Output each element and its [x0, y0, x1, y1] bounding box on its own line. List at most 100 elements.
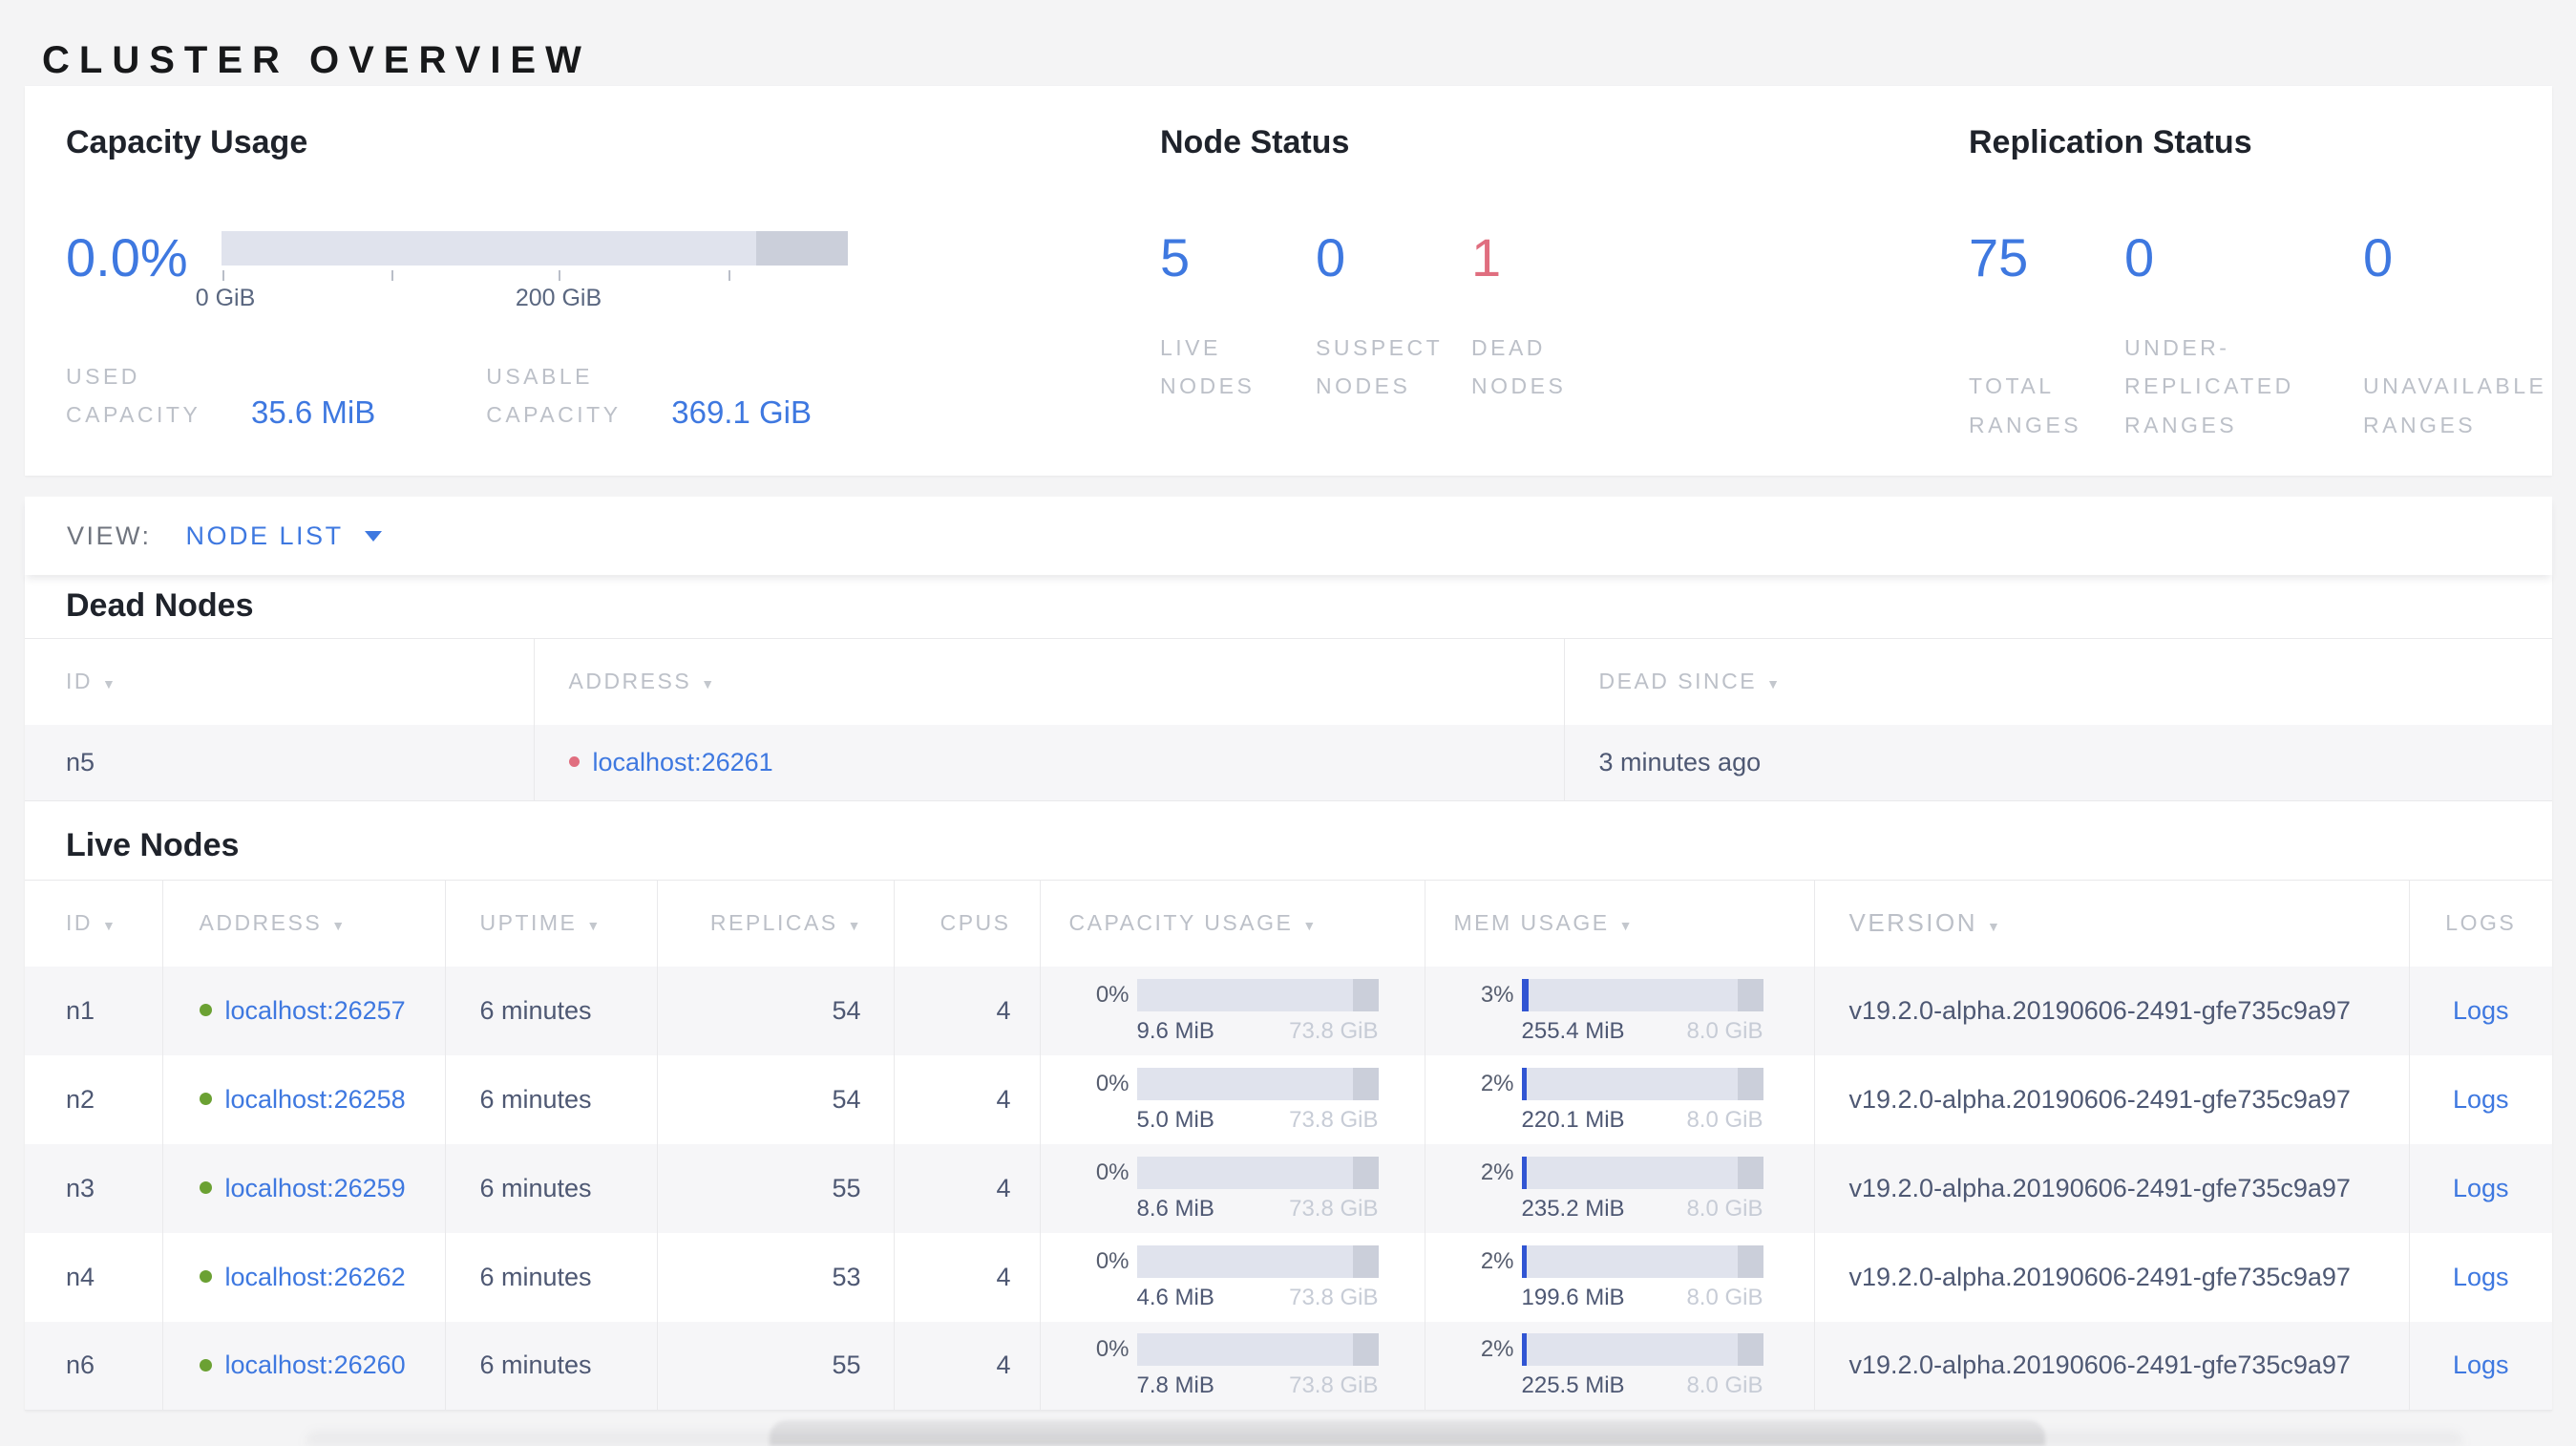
live-status-dot-icon	[199, 1180, 212, 1194]
logs-link[interactable]: Logs	[2453, 996, 2509, 1025]
logs-cell: Logs	[2408, 1054, 2552, 1144]
logs-link[interactable]: Logs	[2453, 1350, 2509, 1379]
mem-usage-meter-track	[1521, 1244, 1763, 1278]
node-id: n1	[25, 966, 162, 1055]
capacity-bar-track	[222, 231, 848, 266]
mem-usage-meter-track	[1521, 978, 1763, 1011]
capacity-usage-meter-other-segment	[1352, 1244, 1379, 1278]
col-header-address[interactable]: ADDRESS ▼	[161, 880, 445, 967]
col-header-label: ADDRESS	[568, 669, 692, 694]
live-nodes-count: 5	[1160, 227, 1191, 287]
capacity-usage-meter-labels: 4.6 MiB 73.8 GiB	[1137, 1285, 1379, 1311]
node-version: v19.2.0-alpha.20190606-2491-gfe735c9a97	[1813, 966, 2409, 1055]
col-header-id[interactable]: ID ▼	[25, 638, 534, 725]
node-list-panel: Dead Nodes ID ▼ ADDRESS ▼ DEAD SINCE ▼ n5 loca…	[25, 575, 2552, 1411]
used-capacity-label: USED CAPACITY	[66, 364, 201, 428]
node-uptime: 6 minutes	[444, 1054, 657, 1144]
node-cpus: 4	[893, 1143, 1040, 1233]
mem-usage-meter-fill	[1521, 1067, 1527, 1100]
replication-labels: TOTAL RANGES UNDER-REPLICATED RANGES UNA…	[1969, 329, 2552, 444]
capacity-stats: USED CAPACITY 35.6 MiB USABLE CAPACITY 3…	[66, 357, 1123, 435]
node-version: v19.2.0-alpha.20190606-2491-gfe735c9a97	[1813, 1232, 2409, 1322]
col-header-label: DEAD SINCE	[1598, 669, 1758, 694]
col-header-address[interactable]: ADDRESS ▼	[533, 638, 1564, 725]
capacity-usage-meter-labels: 8.6 MiB 73.8 GiB	[1137, 1196, 1379, 1223]
table-header-row: ID ▼ ADDRESS ▼ DEAD SINCE ▼	[25, 638, 2552, 725]
node-replicas: 54	[656, 1054, 894, 1144]
logs-link[interactable]: Logs	[2453, 1263, 2509, 1291]
view-dropdown[interactable]: NODE LIST	[186, 521, 382, 551]
logs-link[interactable]: Logs	[2453, 1174, 2509, 1202]
col-header-capacity-usage[interactable]: CAPACITY USAGE ▼	[1039, 880, 1425, 967]
node-id: n6	[25, 1321, 162, 1411]
usable-capacity-stat: USABLE CAPACITY 369.1 GiB	[486, 357, 812, 435]
capacity-usage-meter-labels: 5.0 MiB 73.8 GiB	[1137, 1107, 1379, 1134]
capacity-usage-cell: 0% 8.6 MiB 73.8 GiB	[1039, 1143, 1425, 1233]
col-header-replicas[interactable]: REPLICAS ▼	[656, 880, 894, 967]
page-title: CLUSTER OVERVIEW	[42, 38, 591, 81]
dead-nodes-heading: Dead Nodes	[66, 587, 254, 624]
sort-arrow-icon: ▼	[1618, 918, 1633, 934]
capacity-usage-meter-percent: 0%	[1095, 1247, 1130, 1274]
capacity-usage-meter-labels: 9.6 MiB 73.8 GiB	[1137, 1018, 1379, 1045]
logs-cell: Logs	[2408, 1321, 2552, 1411]
live-node-row: n6 localhost:26260 6 minutes 55 4 0% 7.8 MiB 73…	[25, 1321, 2552, 1411]
node-address-cell: localhost:26262	[161, 1232, 445, 1322]
capacity-bar-other-segment	[756, 231, 848, 266]
mem-usage-cell: 2% 220.1 MiB 8.0 GiB	[1424, 1054, 1814, 1144]
view-selector-bar: VIEW: NODE LIST	[25, 497, 2552, 575]
col-header-label: CPUS	[940, 910, 1011, 936]
col-header-label: ID	[66, 669, 93, 694]
node-address-link[interactable]: localhost:26260	[225, 1350, 406, 1379]
suspect-nodes-count: 0	[1316, 227, 1346, 287]
col-header-dead-since[interactable]: DEAD SINCE ▼	[1563, 638, 2552, 725]
capacity-usage-meter-used-value: 8.6 MiB	[1136, 1195, 1214, 1222]
mem-usage-meter: 2% 220.1 MiB 8.0 GiB	[1426, 1066, 1813, 1134]
capacity-usage-meter-total-value: 73.8 GiB	[1289, 1372, 1379, 1399]
capacity-usage-meter-bar: 0%	[1042, 1156, 1424, 1189]
capacity-usage-cell: 0% 7.8 MiB 73.8 GiB	[1039, 1321, 1425, 1411]
capacity-usage-meter-used-value: 4.6 MiB	[1136, 1284, 1214, 1310]
node-address-link[interactable]: localhost:26257	[225, 996, 406, 1025]
node-address-link[interactable]: localhost:26259	[225, 1174, 406, 1202]
col-header-id[interactable]: ID ▼	[25, 880, 162, 967]
capacity-usage-meter: 0% 7.8 MiB 73.8 GiB	[1042, 1331, 1424, 1399]
live-status-dot-icon	[199, 1269, 212, 1283]
col-header-label: REPLICAS	[709, 910, 838, 936]
mem-usage-meter-other-segment	[1737, 1067, 1763, 1100]
node-replicas: 54	[656, 966, 894, 1055]
mem-usage-meter-other-segment	[1737, 1333, 1763, 1367]
col-header-uptime[interactable]: UPTIME ▼	[444, 880, 657, 967]
logs-cell: Logs	[2408, 966, 2552, 1055]
mem-usage-meter-labels: 235.2 MiB 8.0 GiB	[1522, 1196, 1763, 1223]
sort-arrow-icon: ▼	[102, 676, 116, 692]
view-selected-value: NODE LIST	[185, 521, 344, 550]
col-header-label: VERSION	[1848, 908, 1978, 938]
col-header-version[interactable]: VERSION ▼	[1813, 880, 2409, 967]
node-uptime: 6 minutes	[444, 1143, 657, 1233]
col-header-mem-usage[interactable]: MEM USAGE ▼	[1424, 880, 1814, 967]
capacity-percent-value: 0.0%	[66, 227, 188, 287]
live-node-row: n3 localhost:26259 6 minutes 55 4 0% 8.6 MiB 73…	[25, 1143, 2552, 1233]
capacity-usage-meter-total-value: 73.8 GiB	[1289, 1106, 1379, 1133]
capacity-usage-meter-bar: 0%	[1042, 1067, 1424, 1100]
capacity-usage-heading: Capacity Usage	[66, 124, 308, 160]
col-header-label: ADDRESS	[199, 910, 323, 936]
mem-usage-meter-bar: 2%	[1426, 1156, 1813, 1189]
capacity-usage-meter-other-segment	[1352, 978, 1379, 1011]
capacity-usage-meter: 0% 4.6 MiB 73.8 GiB	[1042, 1244, 1424, 1311]
capacity-usage-meter-used-value: 9.6 MiB	[1136, 1017, 1214, 1044]
live-node-row: n2 localhost:26258 6 minutes 54 4 0% 5.0 MiB 73…	[25, 1054, 2552, 1144]
capacity-usage-meter-percent: 0%	[1095, 1070, 1130, 1096]
sort-arrow-icon: ▼	[586, 918, 601, 934]
sort-arrow-icon: ▼	[1302, 918, 1317, 934]
mem-usage-meter-percent: 2%	[1480, 1247, 1514, 1274]
dead-node-address-link[interactable]: localhost:26261	[593, 748, 773, 776]
node-version: v19.2.0-alpha.20190606-2491-gfe735c9a97	[1813, 1321, 2409, 1411]
node-address-link[interactable]: localhost:26262	[225, 1263, 406, 1291]
mem-usage-cell: 2% 199.6 MiB 8.0 GiB	[1424, 1232, 1814, 1322]
node-address-link[interactable]: localhost:26258	[225, 1085, 406, 1114]
logs-link[interactable]: Logs	[2453, 1085, 2509, 1114]
sort-arrow-icon: ▼	[102, 918, 116, 934]
dead-node-row: n5 localhost:26261 3 minutes ago	[25, 724, 2552, 801]
